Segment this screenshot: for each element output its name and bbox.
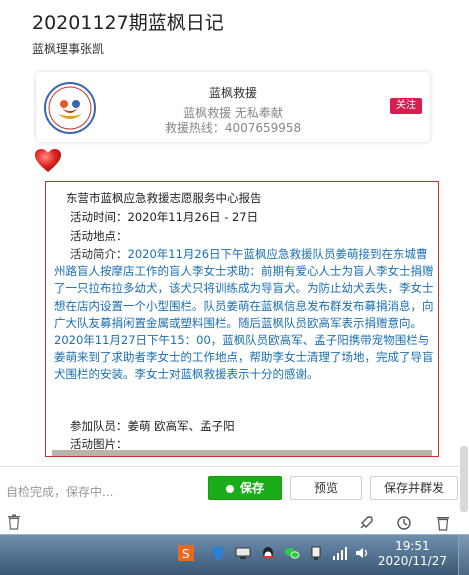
wechat-icon[interactable] xyxy=(284,545,300,561)
account-name: 蓝枫救援 xyxy=(208,86,257,100)
rocket-icon[interactable] xyxy=(358,514,374,532)
save-button[interactable]: 保存 xyxy=(208,476,282,500)
report-intro-label: 活动简介： xyxy=(70,247,128,261)
trash-icon[interactable] xyxy=(7,514,21,530)
article-title: 20201127期蓝枫日记 xyxy=(32,12,224,34)
system-clock[interactable]: 19:51 2020/11/27 xyxy=(378,539,447,569)
account-card[interactable]: 蓝枫救援 蓝枫救援 无私奉献 救援热线：4007659958 关注 xyxy=(36,72,430,142)
heart-icon xyxy=(35,149,61,172)
svg-text:S: S xyxy=(182,547,190,561)
sogou-ime-icon[interactable]: S xyxy=(178,545,194,561)
preview-button[interactable]: 预览 xyxy=(290,476,362,500)
activity-photo xyxy=(52,450,432,456)
signal-icon[interactable] xyxy=(332,545,348,561)
shield-icon[interactable] xyxy=(210,545,226,561)
follow-button[interactable]: 关注 xyxy=(390,98,422,114)
scrollbar[interactable] xyxy=(460,446,468,512)
report-heading: 东营市蓝枫应急救援志愿服务中心报告 xyxy=(66,191,262,205)
article-author: 蓝枫理事张凯 xyxy=(32,42,105,56)
autosave-status: 自检完成，保存中... xyxy=(6,485,114,499)
delete-icon[interactable] xyxy=(436,514,450,532)
report-time: 活动时间：2020年11月26日 - 27日 xyxy=(70,210,259,224)
volume-icon[interactable] xyxy=(354,545,370,561)
save-label: 保存 xyxy=(239,481,264,495)
report-box[interactable]: 东营市蓝枫应急救援志愿服务中心报告 活动时间：2020年11月26日 - 27日… xyxy=(45,181,439,457)
save-publish-button[interactable]: 保存并群发 xyxy=(370,476,458,500)
report-members: 参加队员：姜萌 欧高军、孟子阳 xyxy=(70,419,235,433)
report-place: 活动地点： xyxy=(70,229,128,243)
windows-taskbar: S 19:51 2020/11/27 xyxy=(0,534,469,575)
clock-time: 19:51 xyxy=(395,539,430,553)
qq-icon[interactable] xyxy=(260,545,276,561)
report-intro: 活动简介：2020年11月26日下午蓝枫应急救援队员姜萌接到在东城曹州路盲人按摩… xyxy=(54,246,434,384)
show-desktop-button[interactable] xyxy=(458,535,469,575)
history-icon[interactable] xyxy=(396,514,412,532)
clock-date: 2020/11/27 xyxy=(377,554,447,568)
account-hotline: 救援热线：4007659958 xyxy=(164,121,302,135)
network-icon[interactable] xyxy=(235,545,251,561)
usb-icon[interactable] xyxy=(308,545,324,561)
editor-status-bar: 自检完成，保存中... 保存 预览 保存并群发 xyxy=(0,466,459,507)
save-icon xyxy=(225,484,234,493)
report-intro-text: 2020年11月26日下午蓝枫应急救援队员姜萌接到在东城曹州路盲人按摩店工作的盲… xyxy=(54,247,434,382)
